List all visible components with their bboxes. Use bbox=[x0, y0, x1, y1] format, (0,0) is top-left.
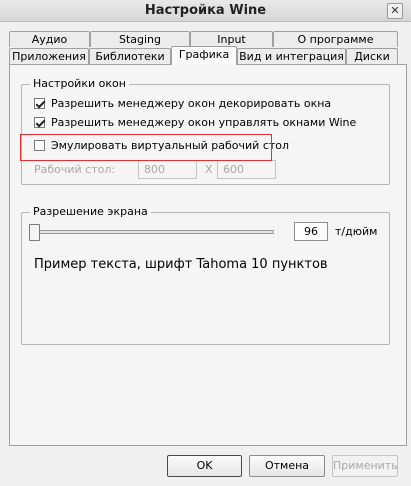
tab-label: Графика bbox=[178, 48, 230, 61]
tab-desktop-integration[interactable]: Вид и интеграция bbox=[237, 48, 346, 64]
tab-input[interactable]: Input bbox=[190, 31, 273, 47]
manage-windows-label: Разрешить менеджеру окон управлять окнам… bbox=[51, 115, 357, 129]
title-bar: Настройка Wine ✕ bbox=[0, 0, 411, 22]
tab-applications[interactable]: Приложения bbox=[9, 48, 89, 64]
tab-label: Staging bbox=[118, 33, 162, 46]
dpi-unit-label: т/дюйм bbox=[335, 225, 378, 238]
graphics-tab-panel: Настройки окон Разрешить менеджеру окон … bbox=[9, 64, 407, 446]
screen-resolution-group: Разрешение экрана 96 т/дюйм Пример текст… bbox=[21, 205, 390, 345]
close-icon[interactable]: ✕ bbox=[387, 3, 403, 19]
tab-label: Библиотеки bbox=[95, 50, 165, 63]
tab-label: Вид и интеграция bbox=[239, 50, 344, 63]
dpi-input[interactable]: 96 bbox=[294, 222, 328, 241]
dpi-slider-track[interactable] bbox=[31, 230, 274, 234]
size-separator: X bbox=[205, 163, 213, 176]
tab-drives[interactable]: Диски bbox=[346, 48, 398, 64]
apply-button[interactable]: Применить bbox=[332, 455, 398, 477]
tab-about[interactable]: О программе bbox=[273, 31, 398, 47]
tab-label: Диски bbox=[354, 50, 390, 63]
desktop-size-label: Рабочий стол: bbox=[34, 163, 116, 176]
tab-staging[interactable]: Staging bbox=[90, 31, 190, 47]
tab-audio[interactable]: Аудио bbox=[9, 31, 90, 47]
decorate-windows-option[interactable]: Разрешить менеджеру окон декорировать ок… bbox=[34, 95, 331, 111]
decorate-windows-checkbox[interactable] bbox=[34, 97, 45, 109]
cancel-button[interactable]: Отмена bbox=[249, 455, 325, 477]
dpi-slider-handle[interactable] bbox=[29, 224, 40, 241]
tab-label: Input bbox=[217, 33, 246, 46]
window-settings-title: Настройки окон bbox=[30, 77, 129, 90]
ok-button[interactable]: OK bbox=[167, 455, 242, 477]
desktop-height-field[interactable]: 600 bbox=[217, 160, 276, 179]
desktop-width-field[interactable]: 800 bbox=[138, 160, 197, 179]
font-sample-text: Пример текста, шрифт Tahoma 10 пунктов bbox=[34, 257, 328, 272]
highlight-box bbox=[20, 134, 272, 161]
tab-label: О программе bbox=[297, 33, 374, 46]
window-title: Настройка Wine bbox=[144, 3, 267, 18]
manage-windows-option[interactable]: Разрешить менеджеру окон управлять окнам… bbox=[34, 114, 356, 130]
screen-resolution-title: Разрешение экрана bbox=[30, 205, 151, 218]
tab-graphics[interactable]: Графика bbox=[171, 46, 237, 65]
manage-windows-checkbox[interactable] bbox=[34, 116, 45, 128]
tab-libraries[interactable]: Библиотеки bbox=[89, 48, 171, 64]
decorate-windows-label: Разрешить менеджеру окон декорировать ок… bbox=[51, 96, 332, 110]
tab-label: Аудио bbox=[31, 33, 68, 46]
tab-label: Приложения bbox=[12, 50, 86, 63]
